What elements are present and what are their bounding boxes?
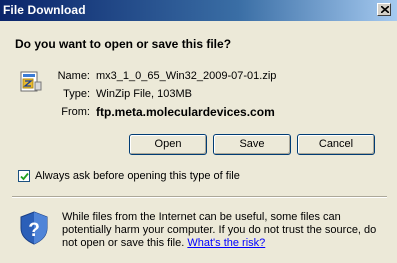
save-button[interactable]: Save <box>213 134 291 155</box>
whats-the-risk-link[interactable]: What's the risk? <box>187 237 265 249</box>
security-warning-text: While files from the Internet can be use… <box>62 211 387 250</box>
type-label: Type: <box>63 88 90 100</box>
close-button[interactable] <box>377 3 391 16</box>
zip-file-icon <box>20 71 42 92</box>
from-label: From: <box>61 106 90 118</box>
shield-warning-icon: ? <box>20 211 48 245</box>
file-source-value: ftp.meta.moleculardevices.com <box>96 105 275 119</box>
file-name-value: mx3_1_0_65_Win32_2009-07-01.zip <box>96 70 277 82</box>
checkmark-icon <box>20 172 29 181</box>
file-download-dialog: File Download Do you want to open or sav… <box>0 0 397 263</box>
cancel-button[interactable]: Cancel <box>297 134 375 155</box>
close-icon <box>381 6 389 13</box>
always-ask-label: Always ask before opening this type of f… <box>35 170 240 182</box>
open-button[interactable]: Open <box>129 134 207 155</box>
svg-text:?: ? <box>28 220 40 241</box>
name-label: Name: <box>57 70 90 82</box>
separator <box>12 196 387 198</box>
window-title: File Download <box>3 3 86 17</box>
file-type-value: WinZip File, 103MB <box>96 88 192 100</box>
always-ask-checkbox[interactable] <box>18 170 30 182</box>
dialog-question: Do you want to open or save this file? <box>15 37 232 51</box>
title-bar[interactable]: File Download <box>0 0 397 21</box>
